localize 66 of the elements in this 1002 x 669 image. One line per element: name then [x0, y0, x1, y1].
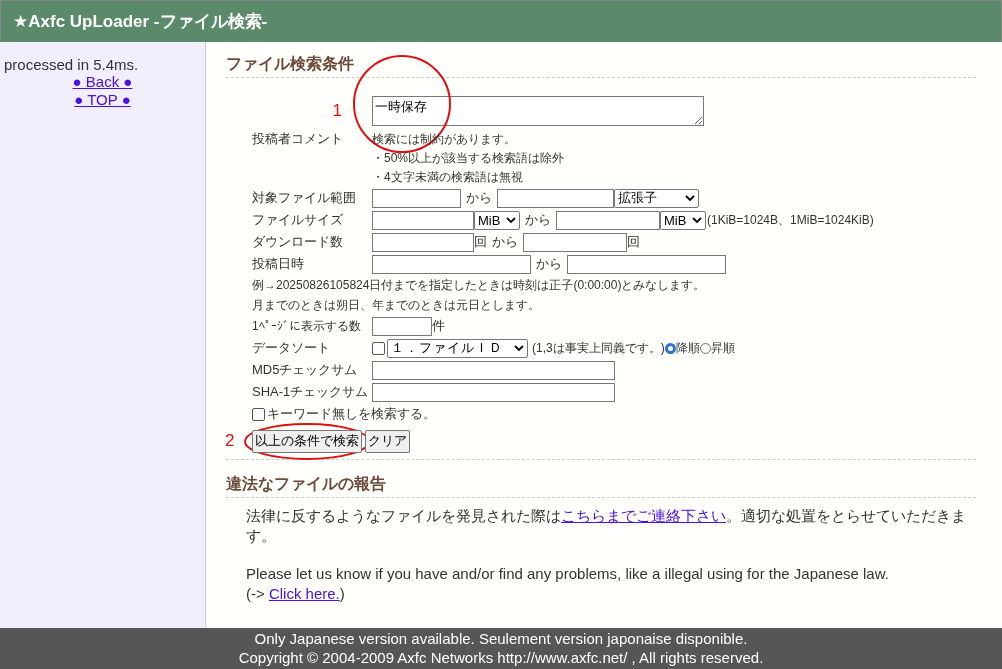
size-max-field[interactable] [556, 210, 660, 230]
field-label: データソート [252, 340, 330, 355]
field-label: 投稿者コメント [252, 131, 343, 146]
checkbox-label: キーワード無しを検索する。 [267, 405, 436, 423]
field-label: ダウンロード数 [252, 234, 343, 249]
nav-link[interactable]: ● Back ● [72, 73, 133, 91]
date-note: 月までのときは朔日、年までのときは元日とします。 [252, 296, 540, 314]
extension-select[interactable]: 拡張子 [614, 188, 699, 208]
date-start-field[interactable] [372, 254, 531, 274]
annotation-number: 1 [332, 101, 342, 121]
range-word: から [492, 233, 518, 251]
processing-time: processed in 5.4ms. [3, 56, 139, 73]
date-note: 例→20250826105824日付までを指定したときは時刻は正子(0:00:00)とみなします。 [252, 276, 706, 294]
sha1-field[interactable] [372, 382, 615, 402]
report-text: 法律に反するようなファイルを発見された際はこちらまでご連絡下さい。適切な処置をとらせていただきます。 [246, 506, 967, 546]
search-note: 検索には制約があります。 [372, 131, 517, 148]
annotation-number: 2 [225, 431, 235, 451]
sort-field-select[interactable]: １．ファイルＩＤ [387, 338, 528, 358]
size-min-field[interactable] [372, 210, 474, 230]
unit-label: 回 [474, 233, 487, 251]
range-end-field[interactable] [497, 188, 614, 208]
unit-select[interactable]: MiB [474, 210, 520, 230]
section-heading: ファイル検索条件 [226, 54, 976, 78]
md5-field[interactable] [372, 360, 615, 380]
date-end-field[interactable] [567, 254, 726, 274]
sort-note: (1,3は事実上同義です。) [532, 339, 665, 357]
form-button[interactable]: クリア [365, 429, 410, 453]
no-keyword-checkbox[interactable] [252, 407, 265, 421]
footer-text: Copyright © 2004-2009 Axfc Networks http://www.axfc.net/ , All rights reserved. [238, 648, 764, 667]
field-label: 対象ファイル範囲 [252, 190, 356, 205]
unit-note: (1KiB=1024B、1MiB=1024KiB) [707, 211, 874, 229]
section-heading: 違法なファイルの報告 [226, 474, 976, 498]
radio-label: 昇順 [710, 339, 735, 357]
contact-link[interactable]: Click here. [268, 585, 340, 602]
search-note: ・50%以上が該当する検索語は除外 [372, 150, 565, 167]
unit-label: 回 [627, 233, 640, 251]
per-page-field[interactable] [372, 316, 432, 336]
nav-link[interactable]: ● TOP ● [74, 91, 131, 109]
chevron-icon [506, 217, 516, 223]
radio-label: 降順 [675, 339, 700, 357]
field-label: 投稿日時 [252, 256, 304, 271]
field-label: 1ﾍﾟｰｼﾞに表示する数 [252, 317, 362, 335]
range-start-field[interactable] [372, 188, 461, 208]
downloads-min-field[interactable] [372, 232, 474, 252]
range-word: から [525, 211, 551, 229]
sort-order-radio[interactable] [664, 342, 676, 354]
chevron-icon [692, 217, 702, 223]
report-text: Please let us know if you have and/or find any problems, like a illegal using for the Japanese law. (-> Click here.) [246, 564, 890, 604]
chevron-icon [514, 345, 524, 351]
chevron-icon [685, 195, 695, 201]
field-label: MD5チェックサム [252, 362, 358, 377]
unit-select[interactable]: MiB [660, 210, 706, 230]
sort-order-radio[interactable] [699, 342, 711, 354]
field-label: ファイルサイズ [252, 212, 343, 227]
range-word: から [466, 189, 492, 207]
footer-text: Only Japanese version available. Seulement version japonaise disponible. [254, 629, 748, 648]
sort-checkbox[interactable] [372, 341, 385, 355]
unit-label: 件 [432, 317, 445, 335]
contact-link[interactable]: こちらまでご連絡下さい [561, 507, 726, 524]
form-button[interactable]: 以上の条件で検索 [252, 429, 362, 453]
field-label: SHA-1チェックサム [252, 384, 369, 399]
keyword-field[interactable]: 一時保存 [372, 96, 704, 126]
page-title: ★Axfc UpLoader -ファイル検索- [13, 11, 268, 33]
downloads-max-field[interactable] [523, 232, 627, 252]
search-note: ・4文字未満の検索語は無視 [372, 169, 524, 186]
range-word: から [536, 255, 562, 273]
